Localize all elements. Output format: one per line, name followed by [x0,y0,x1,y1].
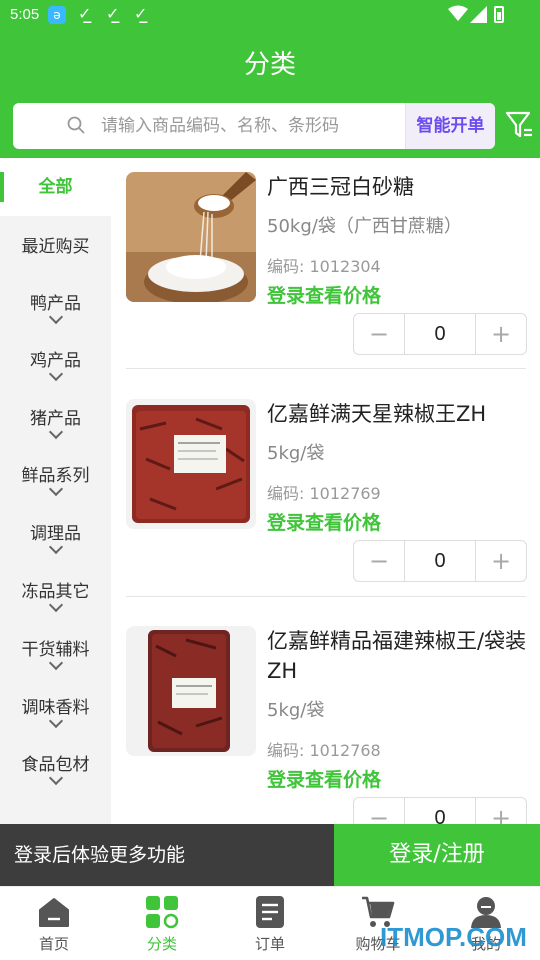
filter-icon[interactable] [505,110,533,140]
signal-icon [470,6,487,23]
smart-order-button[interactable]: 智能开单 [405,103,495,149]
header: 分类 请输入商品编码、名称、条形码 智能开单 [0,30,540,158]
product-card[interactable]: 亿嘉鲜满天星辣椒王ZH 5kg/袋 编码: 1012769 登录查看价格 − 0… [126,399,527,583]
login-banner: 登录后体验更多功能 登录/注册 [0,824,540,886]
home-icon [39,898,69,927]
quantity-stepper: − 0 + [353,313,527,355]
login-to-view-price-link[interactable]: 登录查看价格 [267,765,381,792]
app-notification-icon: ə [48,6,66,24]
sidebar-item-packaging[interactable]: 食品包材 [0,750,111,786]
page-title: 分类 [243,50,296,80]
sidebar-item-prepared[interactable]: 调理品 [0,519,111,555]
sidebar-item-label: 最近购买 [21,237,90,257]
nav-label: 订单 [254,935,285,953]
sidebar-item-all[interactable]: 全部 [0,158,111,216]
login-register-button[interactable]: 登录/注册 [334,824,540,886]
search-bar[interactable]: 请输入商品编码、名称、条形码 智能开单 [13,103,495,149]
watermark: ITMOP.COM [380,922,527,952]
download-done-icon: ✓̲ [106,4,120,23]
status-time: 5:05 [10,6,40,23]
product-code: 编码: 1012769 [267,484,381,503]
order-icon [256,896,284,928]
increase-button[interactable]: + [475,314,526,354]
category-sidebar: 全部 最近购买 鸭产品 鸡产品 猪产品 鲜品系列 调理品 冻品其它 干货辅料 调… [0,158,111,824]
nav-item-home[interactable]: 首页 [0,887,108,960]
nav-label: 首页 [38,935,69,953]
sidebar-item-spices[interactable]: 调味香料 [0,693,111,729]
product-card[interactable]: 亿嘉鲜精品福建辣椒王/袋装ZH 5kg/袋 编码: 1012768 登录查看价格… [126,626,527,839]
product-spec: 5kg/袋 [267,700,325,721]
product-name: 亿嘉鲜精品福建辣椒王/袋装ZH [267,629,527,683]
decrease-button[interactable]: − [354,541,405,581]
sidebar-item-fresh[interactable]: 鲜品系列 [0,461,111,497]
sidebar-item-pork[interactable]: 猪产品 [0,404,111,440]
quantity-input[interactable]: 0 [405,314,475,354]
wifi-icon [448,5,468,21]
login-to-view-price-link[interactable]: 登录查看价格 [267,281,381,308]
search-input[interactable]: 请输入商品编码、名称、条形码 [101,103,339,149]
login-tip-text: 登录后体验更多功能 [0,824,334,886]
category-icon [146,896,179,929]
product-spec: 50kg/袋（广西甘蔗糖） [267,216,462,237]
quantity-stepper: − 0 + [353,540,527,582]
sidebar-item-recent[interactable]: 最近购买 [0,232,111,257]
download-done-icon: ✓̲ [134,4,148,23]
login-to-view-price-link[interactable]: 登录查看价格 [267,508,381,535]
product-code: 编码: 1012768 [267,741,381,760]
sidebar-item-duck[interactable]: 鸭产品 [0,289,111,325]
product-card[interactable]: 广西三冠白砂糖 50kg/袋（广西甘蔗糖） 编码: 1012304 登录查看价格… [126,172,527,355]
sidebar-item-chicken[interactable]: 鸡产品 [0,346,111,382]
search-icon [67,116,85,134]
sidebar-item-dry-goods[interactable]: 干货辅料 [0,635,111,671]
nav-label: 分类 [146,935,177,953]
product-image-sugar [126,172,256,302]
divider [126,368,526,369]
increase-button[interactable]: + [475,541,526,581]
product-image-chili [126,399,256,529]
nav-item-category[interactable]: 分类 [108,887,216,960]
quantity-input[interactable]: 0 [405,541,475,581]
nav-item-orders[interactable]: 订单 [216,887,324,960]
download-done-icon: ✓̲ [78,4,92,23]
sidebar-item-frozen[interactable]: 冻品其它 [0,577,111,613]
divider [126,596,526,597]
decrease-button[interactable]: − [354,314,405,354]
product-name: 广西三冠白砂糖 [267,175,414,199]
status-bar: 5:05 ə ✓̲ ✓̲ ✓̲ [0,0,540,30]
product-code: 编码: 1012304 [267,257,381,276]
battery-icon [494,6,504,23]
product-spec: 5kg/袋 [267,443,325,464]
product-name: 亿嘉鲜满天星辣椒王ZH [267,402,487,426]
product-image-chili [126,626,256,756]
